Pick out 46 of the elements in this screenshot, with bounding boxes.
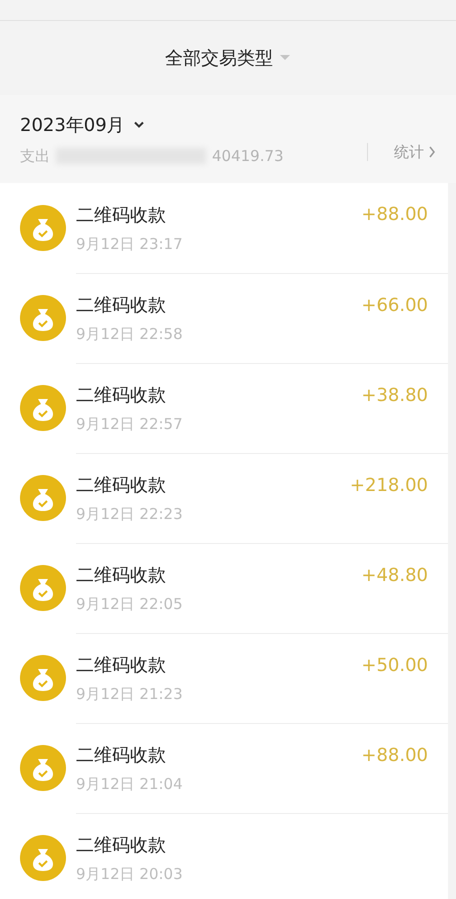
transaction-row[interactable]: 二维码收款 +38.80 9月12日 22:57 — [0, 363, 448, 453]
transaction-time: 9月12日 21:04 — [76, 775, 183, 794]
transaction-amount: +38.80 — [361, 384, 428, 406]
expense-value: 40419.73 — [212, 147, 284, 165]
transaction-time: 9月12日 22:23 — [76, 505, 183, 524]
transaction-amount: +48.80 — [361, 564, 428, 586]
money-bag-icon — [20, 565, 66, 611]
transaction-time: 9月12日 22:58 — [76, 325, 183, 344]
money-bag-icon — [20, 475, 66, 521]
transaction-amount: +88.00 — [361, 204, 428, 225]
transaction-row[interactable]: 二维码收款 +88.00 9月12日 23:17 — [0, 183, 448, 273]
transaction-amount: +66.00 — [361, 294, 428, 316]
money-bag-icon — [20, 835, 66, 881]
transaction-time: 9月12日 22:57 — [76, 415, 183, 434]
transaction-time: 9月12日 20:03 — [76, 865, 183, 884]
transaction-amount: +50.00 — [361, 654, 428, 676]
transaction-amount: +218.00 — [350, 474, 428, 496]
money-bag-icon — [20, 295, 66, 341]
transaction-row[interactable]: 二维码收款 +48.80 9月12日 22:05 — [0, 543, 448, 633]
money-bag-icon — [20, 205, 66, 251]
transaction-time: 9月12日 22:05 — [76, 595, 183, 614]
transaction-row[interactable]: 二维码收款 9月12日 20:03 — [0, 813, 448, 899]
transaction-title: 二维码收款 — [76, 294, 166, 317]
transaction-title: 二维码收款 — [76, 744, 166, 767]
dropdown-icon — [279, 54, 291, 62]
transaction-title: 二维码收款 — [76, 204, 166, 226]
money-bag-icon — [20, 655, 66, 701]
transaction-time: 9月12日 23:17 — [76, 234, 183, 254]
transaction-row[interactable]: 二维码收款 +88.00 9月12日 21:04 — [0, 723, 448, 813]
transaction-title: 二维码收款 — [76, 564, 166, 587]
transaction-type-dropdown[interactable]: 全部交易类型 — [165, 46, 291, 70]
money-bag-icon — [20, 745, 66, 791]
transaction-time: 9月12日 21:23 — [76, 685, 183, 704]
money-bag-icon — [20, 385, 66, 431]
chevron-right-icon — [428, 146, 436, 158]
transaction-amount: +88.00 — [361, 744, 428, 766]
expense-label: 支出 — [20, 146, 50, 166]
transaction-title: 二维码收款 — [76, 834, 166, 857]
month-selector[interactable]: 2023年09月 — [20, 112, 145, 136]
transaction-title: 二维码收款 — [76, 384, 166, 407]
chevron-icon — [132, 120, 145, 128]
transaction-row[interactable]: 二维码收款 +66.00 9月12日 22:58 — [0, 273, 448, 363]
transaction-row[interactable]: 二维码收款 +218.00 9月12日 22:23 — [0, 453, 448, 543]
transaction-title: 二维码收款 — [76, 474, 166, 497]
transaction-row[interactable]: 二维码收款 +50.00 9月12日 21:23 — [0, 633, 448, 723]
transaction-title: 二维码收款 — [76, 654, 166, 677]
